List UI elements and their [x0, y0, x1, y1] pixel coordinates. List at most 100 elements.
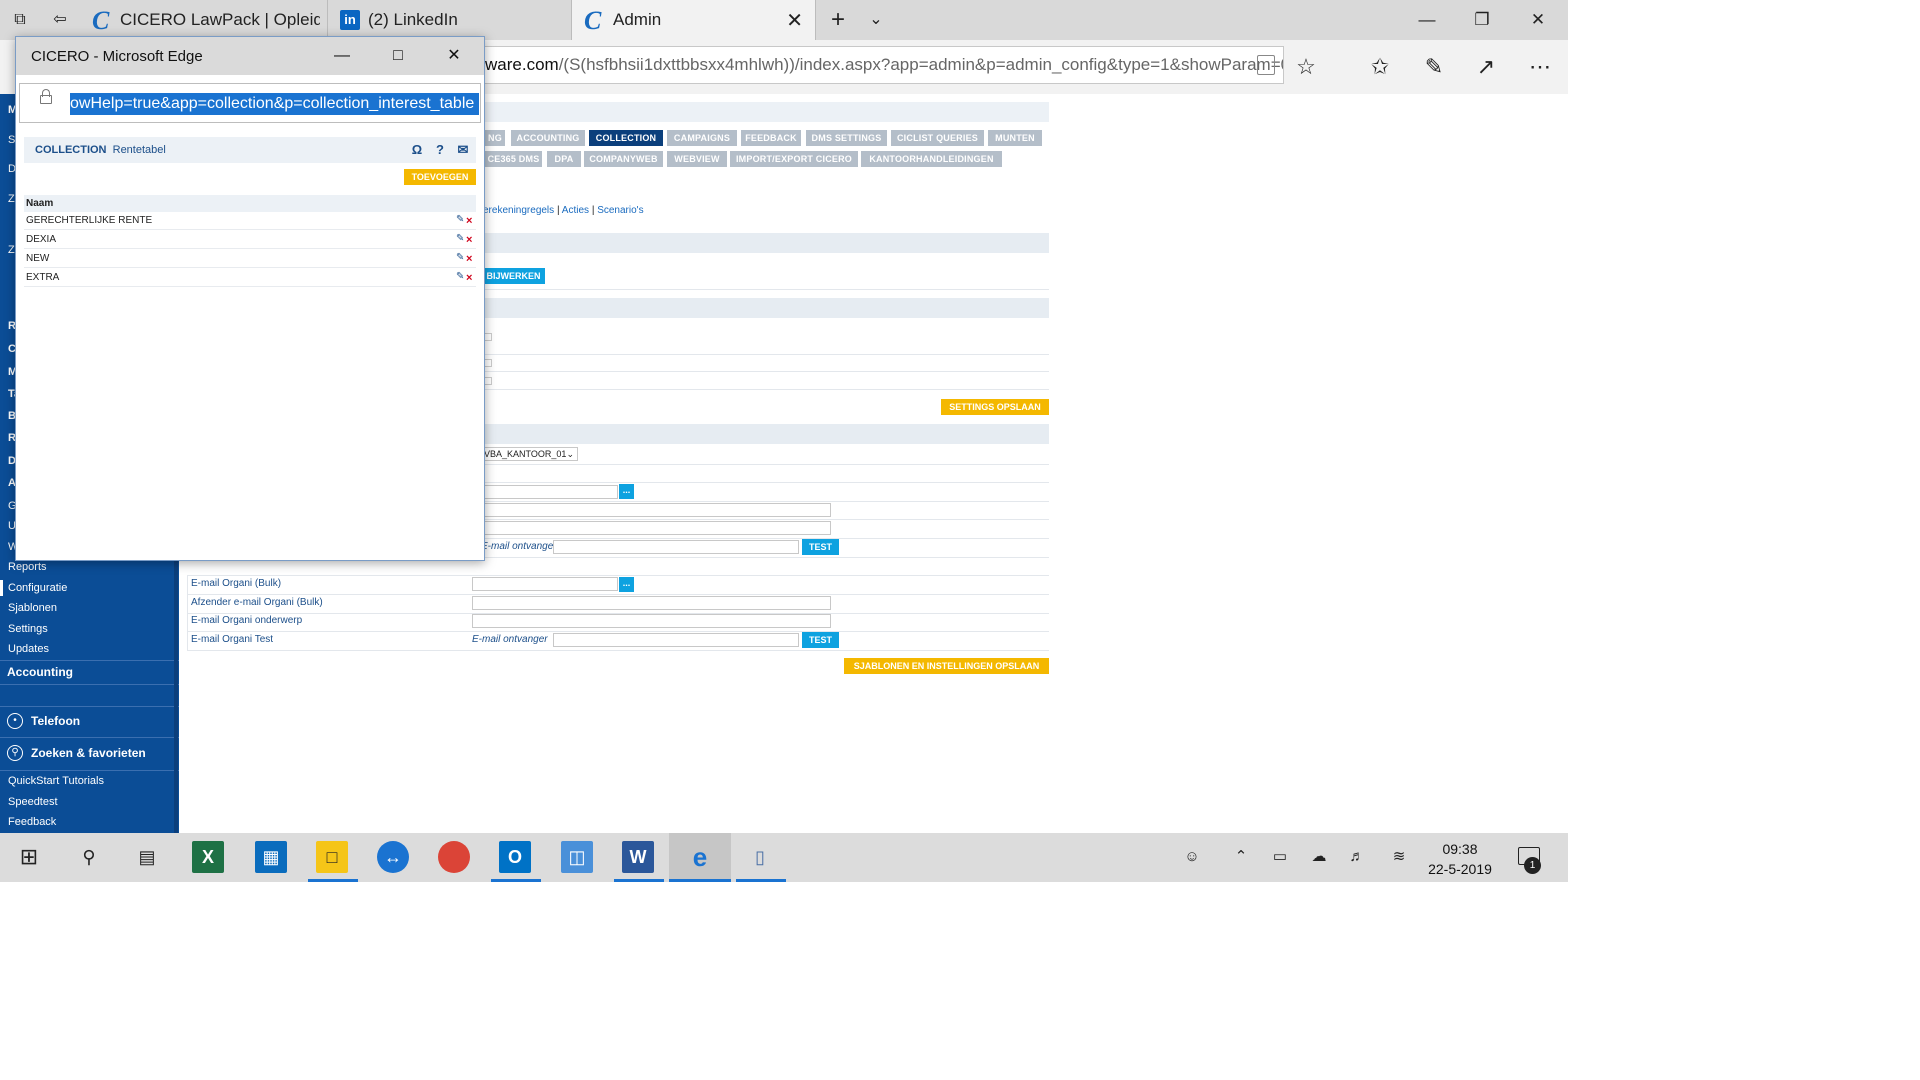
- close-window-icon[interactable]: ✕: [1515, 6, 1561, 34]
- close-icon[interactable]: ✕: [434, 44, 474, 68]
- chevron-down-icon[interactable]: ⌄: [864, 8, 888, 32]
- people-icon[interactable]: ☺: [1182, 847, 1202, 867]
- windows-start-icon[interactable]: ⊞: [13, 841, 45, 873]
- tab-ce365-dms[interactable]: CE365 DMS: [485, 151, 542, 167]
- file-explorer-icon[interactable]: □: [316, 841, 348, 873]
- checkbox[interactable]: [484, 359, 492, 367]
- email-organi-bulk-field[interactable]: [472, 577, 618, 591]
- settings-opslaan-button[interactable]: SETTINGS OPSLAAN: [941, 399, 1049, 415]
- edit-pencil-icon[interactable]: ✎: [456, 272, 464, 282]
- sidebar-section-accounting[interactable]: Accounting: [0, 660, 179, 684]
- more-icon[interactable]: ⋯: [1528, 54, 1552, 80]
- email-ontvanger-field[interactable]: [553, 633, 799, 647]
- email-ontvanger-field[interactable]: [553, 540, 799, 554]
- sidebar-item-sjablonen[interactable]: Sjablonen: [8, 602, 57, 614]
- tab-ng[interactable]: NG: [485, 130, 505, 146]
- minimize-icon[interactable]: —: [1404, 6, 1450, 34]
- tab-webview[interactable]: WEBVIEW: [667, 151, 727, 167]
- volume-icon[interactable]: ♬: [1347, 847, 1367, 867]
- tab-admin[interactable]: C Admin ✕: [572, 0, 816, 40]
- edit-pencil-icon[interactable]: ✎: [456, 234, 464, 244]
- sidebar-zoeken[interactable]: Zoeken & favorieten: [0, 737, 179, 769]
- help-icon[interactable]: ?: [433, 143, 447, 157]
- outlook-icon[interactable]: O: [499, 841, 531, 873]
- edge-icon[interactable]: e: [684, 841, 716, 873]
- sidebar-item-configuratie[interactable]: Configuratie: [8, 582, 67, 594]
- maximize-icon[interactable]: □: [378, 44, 418, 68]
- link-scenarios[interactable]: Scenario's: [597, 205, 643, 216]
- sidebar-item-reports[interactable]: Reports: [8, 561, 47, 573]
- tab-collection[interactable]: COLLECTION: [589, 130, 663, 146]
- delete-x-icon[interactable]: ×: [466, 250, 474, 268]
- minimize-icon[interactable]: —: [322, 44, 362, 68]
- onderwerp-field[interactable]: [481, 521, 831, 535]
- onderwerp-organi-field[interactable]: [472, 614, 831, 628]
- browse-button[interactable]: ...: [619, 484, 634, 499]
- battery-icon[interactable]: ▭: [1270, 847, 1290, 867]
- tab-accounting[interactable]: ACCOUNTING: [511, 130, 585, 146]
- tab-ciclist-queries[interactable]: CICLIST QUERIES: [891, 130, 984, 146]
- chevron-up-icon[interactable]: ⌃: [1231, 847, 1251, 867]
- share-icon[interactable]: ↗: [1474, 54, 1498, 80]
- delete-x-icon[interactable]: ×: [466, 212, 474, 230]
- delete-x-icon[interactable]: ×: [466, 231, 474, 249]
- afzender-field[interactable]: [481, 503, 831, 517]
- excel-icon[interactable]: X: [192, 841, 224, 873]
- teamviewer-icon[interactable]: ↔: [377, 841, 409, 873]
- restore-icon[interactable]: ❐: [1459, 6, 1505, 34]
- toevoegen-button[interactable]: TOEVOEGEN: [404, 169, 476, 185]
- tab-cicero-lawpack[interactable]: C CICERO LawPack | Opleiding: [80, 0, 328, 40]
- favorites-hub-icon[interactable]: ✩: [1368, 54, 1392, 80]
- support-headset-icon[interactable]: Ω: [410, 143, 424, 157]
- sidebar-item[interactable]: Z: [8, 244, 15, 256]
- browse-button[interactable]: ...: [619, 577, 634, 592]
- tab-actions-icon[interactable]: ⧉: [8, 8, 32, 32]
- popup-title-bar[interactable]: CICERO - Microsoft Edge — □ ✕: [16, 37, 484, 75]
- checkbox[interactable]: [484, 333, 492, 341]
- wifi-icon[interactable]: ≋: [1389, 847, 1409, 867]
- favorite-star-icon[interactable]: ☆: [1294, 54, 1318, 80]
- task-view-icon[interactable]: ▤: [131, 841, 163, 873]
- tab-feedback[interactable]: FEEDBACK: [741, 130, 801, 146]
- remote-desktop-icon[interactable]: ◫: [561, 841, 593, 873]
- search-icon[interactable]: ⚲: [73, 841, 105, 873]
- mail-icon[interactable]: ✉: [456, 143, 470, 157]
- popup-url[interactable]: owHelp=true&app=collection&p=collection_…: [70, 93, 479, 115]
- tab-dms-settings[interactable]: DMS SETTINGS: [806, 130, 887, 146]
- new-tab-icon[interactable]: +: [826, 8, 850, 32]
- address-bar[interactable]: ware.com/(S(hsfbhsii1dxttbbsxx4mhlwh))/i…: [470, 46, 1284, 84]
- set-tabs-aside-icon[interactable]: ⇦: [48, 8, 72, 32]
- link-quickstart[interactable]: QuickStart Tutorials: [8, 775, 104, 787]
- tab-import-export[interactable]: IMPORT/EXPORT CICERO: [730, 151, 858, 167]
- sidebar-item-updates[interactable]: Updates: [8, 643, 49, 655]
- link-acties[interactable]: Acties: [562, 205, 589, 216]
- chrome-icon[interactable]: [438, 841, 470, 873]
- sidebar-item[interactable]: Z: [8, 193, 15, 205]
- popup-address-bar[interactable]: owHelp=true&app=collection&p=collection_…: [19, 83, 481, 123]
- delete-x-icon[interactable]: ×: [466, 269, 474, 287]
- link-speedtest[interactable]: Speedtest: [8, 796, 58, 808]
- tab-campaigns[interactable]: CAMPAIGNS: [667, 130, 737, 146]
- sjablonen-opslaan-button[interactable]: SJABLONEN EN INSTELLINGEN OPSLAAN: [844, 658, 1049, 674]
- tab-companyweb[interactable]: COMPANYWEB: [584, 151, 663, 167]
- tab-munten[interactable]: MUNTEN: [988, 130, 1042, 146]
- onedrive-cloud-icon[interactable]: ☁: [1309, 847, 1329, 867]
- email-field[interactable]: [481, 485, 618, 499]
- link-feedback[interactable]: Feedback: [8, 816, 56, 828]
- store-icon[interactable]: ▦: [255, 841, 287, 873]
- word-icon[interactable]: W: [622, 841, 654, 873]
- bijwerken-button[interactable]: BIJWERKEN: [482, 268, 545, 284]
- afzender-organi-field[interactable]: [472, 596, 831, 610]
- checkbox[interactable]: [484, 377, 492, 385]
- close-tab-icon[interactable]: ✕: [786, 8, 803, 33]
- link-berekeningregels[interactable]: erekeningregels: [483, 205, 554, 216]
- tab-kantoorhandleidingen[interactable]: KANTOORHANDLEIDINGEN: [861, 151, 1002, 167]
- kantoor-select[interactable]: VBA_KANTOOR_01 ⌄: [481, 447, 578, 461]
- edit-pencil-icon[interactable]: ✎: [456, 215, 464, 225]
- tab-dpa[interactable]: DPA: [547, 151, 581, 167]
- sidebar-item-settings[interactable]: Settings: [8, 623, 48, 635]
- edit-pencil-icon[interactable]: ✎: [456, 253, 464, 263]
- tab-linkedin[interactable]: in (2) LinkedIn: [328, 0, 572, 40]
- test-button[interactable]: TEST: [802, 632, 839, 648]
- pen-icon[interactable]: ✎: [1422, 54, 1446, 80]
